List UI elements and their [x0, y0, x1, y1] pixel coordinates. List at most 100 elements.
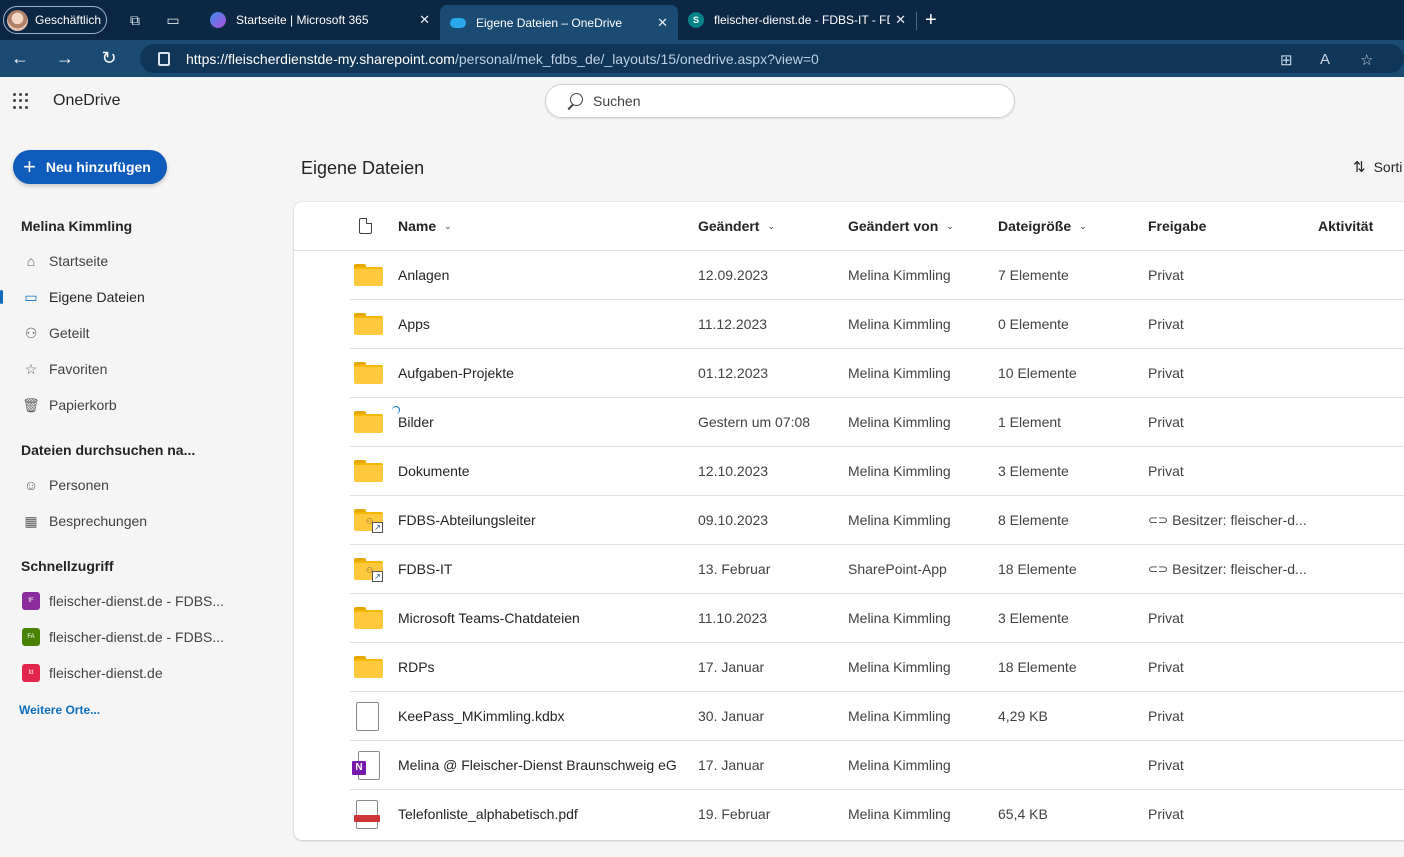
- file-sharing[interactable]: Privat: [1148, 708, 1184, 724]
- quick-access-site-3[interactable]: fd fleischer-dienst.de: [0, 658, 280, 688]
- file-name[interactable]: Melina @ Fleischer-Dienst Braunschweig e…: [398, 757, 677, 773]
- file-name[interactable]: KeePass_MKimmling.kdbx: [398, 708, 565, 724]
- tab-microsoft365[interactable]: Startseite | Microsoft 365 ✕: [200, 0, 440, 40]
- file-name[interactable]: Microsoft Teams-Chatdateien: [398, 610, 580, 626]
- site-badge-icon: fd: [22, 664, 40, 682]
- file-name[interactable]: Apps: [398, 316, 430, 332]
- file-modified-by: Melina Kimmling: [848, 610, 951, 626]
- search-input[interactable]: [593, 93, 973, 109]
- add-new-button[interactable]: + Neu hinzufügen: [13, 150, 167, 184]
- browse-files-header: Dateien durchsuchen na...: [21, 442, 196, 458]
- column-header-sharing[interactable]: Freigabe: [1148, 218, 1206, 234]
- pdf-icon: [354, 800, 380, 829]
- file-modified-by: Melina Kimmling: [848, 757, 951, 773]
- file-name[interactable]: RDPs: [398, 659, 435, 675]
- sharing-label: Privat: [1148, 414, 1184, 430]
- file-modified: 01.12.2023: [698, 365, 769, 381]
- file-name[interactable]: Aufgaben-Projekte: [398, 365, 514, 381]
- column-header-modified[interactable]: Geändert ⌄: [698, 218, 775, 234]
- person-icon: ☺: [23, 477, 39, 493]
- new-tab-icon[interactable]: +: [925, 10, 937, 30]
- quick-access-header: Schnellzugriff: [21, 558, 114, 574]
- app-name[interactable]: OneDrive: [53, 92, 121, 110]
- close-tab-icon[interactable]: ✕: [895, 12, 906, 28]
- file-name[interactable]: Dokumente: [398, 463, 470, 479]
- lock-icon[interactable]: [158, 51, 170, 66]
- file-sharing[interactable]: ⊂⊃ Besitzer: fleischer-d...: [1148, 561, 1307, 577]
- table-row[interactable]: ⚇ ↗ FDBS-IT 13. Februar SharePoint-App 18 Ele…: [350, 545, 1404, 594]
- more-places-link[interactable]: Weitere Orte...: [19, 703, 100, 717]
- quick-access-site-1[interactable]: fF fleischer-dienst.de - FDBS...: [0, 586, 280, 616]
- folder-icon: [354, 264, 383, 286]
- app-available-icon[interactable]: ⊞: [1280, 51, 1293, 69]
- column-header-modified-by[interactable]: Geändert von ⌄: [848, 218, 954, 234]
- file-sharing[interactable]: Privat: [1148, 365, 1184, 381]
- file-sharing[interactable]: ⊂⊃ Besitzer: fleischer-d...: [1148, 512, 1307, 528]
- column-label: Name: [398, 218, 437, 234]
- table-row[interactable]: Aufgaben-Projekte 01.12.2023 Melina Kimmli…: [350, 349, 1404, 398]
- sharing-label: Besitzer: fleischer-d...: [1172, 512, 1307, 528]
- file-name[interactable]: Telefonliste_alphabetisch.pdf: [398, 806, 578, 822]
- sharing-label: Privat: [1148, 659, 1184, 675]
- file-sharing[interactable]: Privat: [1148, 806, 1184, 822]
- table-row[interactable]: Dokumente 12.10.2023 Melina Kimmling 3 Elem…: [350, 447, 1404, 496]
- file-size: 3 Elemente: [998, 610, 1069, 626]
- forward-icon[interactable]: →: [55, 48, 75, 69]
- profile-button[interactable]: Geschäftlich: [3, 6, 107, 34]
- table-row[interactable]: Bilder Gestern um 07:08 Melina Kimmling 1 E…: [350, 398, 1404, 447]
- browser-tab-bar: Geschäftlich ⧉ ▭ Startseite | Microsoft …: [0, 0, 1404, 40]
- read-aloud-icon[interactable]: A: [1320, 51, 1330, 68]
- table-row[interactable]: KeePass_MKimmling.kdbx 30. Januar Melina K…: [350, 692, 1404, 741]
- file-name[interactable]: FDBS-Abteilungsleiter: [398, 512, 536, 528]
- sort-button[interactable]: ⇅ Sorti: [1353, 158, 1402, 176]
- table-row[interactable]: Apps 11.12.2023 Melina Kimmling 0 Elemente P…: [350, 300, 1404, 349]
- file-sharing[interactable]: Privat: [1148, 463, 1184, 479]
- column-header-size[interactable]: Dateigröße ⌄: [998, 218, 1087, 234]
- table-row[interactable]: Telefonliste_alphabetisch.pdf 19. Februar…: [350, 790, 1404, 839]
- file-sharing[interactable]: Privat: [1148, 414, 1184, 430]
- sidebar-item-my-files[interactable]: ▭ Eigene Dateien: [0, 282, 280, 312]
- close-tab-icon[interactable]: ✕: [419, 12, 430, 28]
- url-field[interactable]: https://fleischerdienstde-my.sharepoint.…: [140, 44, 1404, 73]
- file-sharing[interactable]: Privat: [1148, 316, 1184, 332]
- file-name[interactable]: FDBS-IT: [398, 561, 452, 577]
- sidebar-item-favorites[interactable]: ☆ Favoriten: [0, 354, 280, 384]
- column-header-name[interactable]: Name ⌄: [398, 218, 452, 234]
- file-name[interactable]: Anlagen: [398, 267, 449, 283]
- workspaces-icon[interactable]: ⧉: [125, 10, 145, 30]
- file-sharing[interactable]: Privat: [1148, 757, 1184, 773]
- sidebar-item-label: Personen: [49, 477, 109, 493]
- file-modified: 11.12.2023: [698, 316, 768, 332]
- table-row[interactable]: RDPs 17. Januar Melina Kimmling 18 Elemente…: [350, 643, 1404, 692]
- file-sharing[interactable]: Privat: [1148, 659, 1184, 675]
- sidebar-item-shared[interactable]: ⚇ Geteilt: [0, 318, 280, 348]
- search-box[interactable]: [545, 84, 1015, 118]
- refresh-icon[interactable]: ↻: [99, 48, 119, 69]
- close-tab-icon[interactable]: ✕: [657, 15, 668, 31]
- app-launcher-icon[interactable]: [13, 93, 29, 109]
- table-row[interactable]: ⚇ ↗ FDBS-Abteilungsleiter 09.10.2023 Melina …: [350, 496, 1404, 545]
- file-size: 0 Elemente: [998, 316, 1069, 332]
- vertical-tabs-icon[interactable]: ▭: [163, 10, 183, 30]
- column-header-activity[interactable]: Aktivität: [1318, 218, 1373, 234]
- shared-folder-icon: ⚇ ↗: [354, 558, 383, 582]
- table-row[interactable]: N Melina @ Fleischer-Dienst Braunschweig …: [350, 741, 1404, 790]
- file-sharing[interactable]: Privat: [1148, 267, 1184, 283]
- tab-sharepoint[interactable]: S fleischer-dienst.de - FDBS-IT - FD ✕: [678, 0, 916, 40]
- file-sharing[interactable]: Privat: [1148, 610, 1184, 626]
- file-type-icon[interactable]: [359, 218, 372, 234]
- favorite-star-icon[interactable]: ☆: [1360, 51, 1373, 69]
- table-row[interactable]: Microsoft Teams-Chatdateien 11.10.2023 Mel…: [350, 594, 1404, 643]
- sidebar-item-meetings[interactable]: ▦ Besprechungen: [0, 506, 280, 536]
- file-name[interactable]: Bilder: [398, 414, 434, 430]
- sidebar-item-home[interactable]: ⌂ Startseite: [0, 246, 280, 276]
- table-row[interactable]: Anlagen 12.09.2023 Melina Kimmling 7 Elemen…: [350, 251, 1404, 300]
- tab-onedrive[interactable]: Eigene Dateien – OneDrive ✕: [440, 5, 678, 40]
- chevron-down-icon: ⌄: [1079, 220, 1087, 231]
- folder-icon: [354, 313, 383, 335]
- sidebar-item-people[interactable]: ☺ Personen: [0, 470, 280, 500]
- page-title: Eigene Dateien: [301, 158, 425, 178]
- quick-access-site-2[interactable]: FA fleischer-dienst.de - FDBS...: [0, 622, 280, 652]
- back-icon[interactable]: ←: [10, 48, 30, 69]
- sidebar-item-recycle-bin[interactable]: 🗑 Papierkorb: [0, 390, 280, 420]
